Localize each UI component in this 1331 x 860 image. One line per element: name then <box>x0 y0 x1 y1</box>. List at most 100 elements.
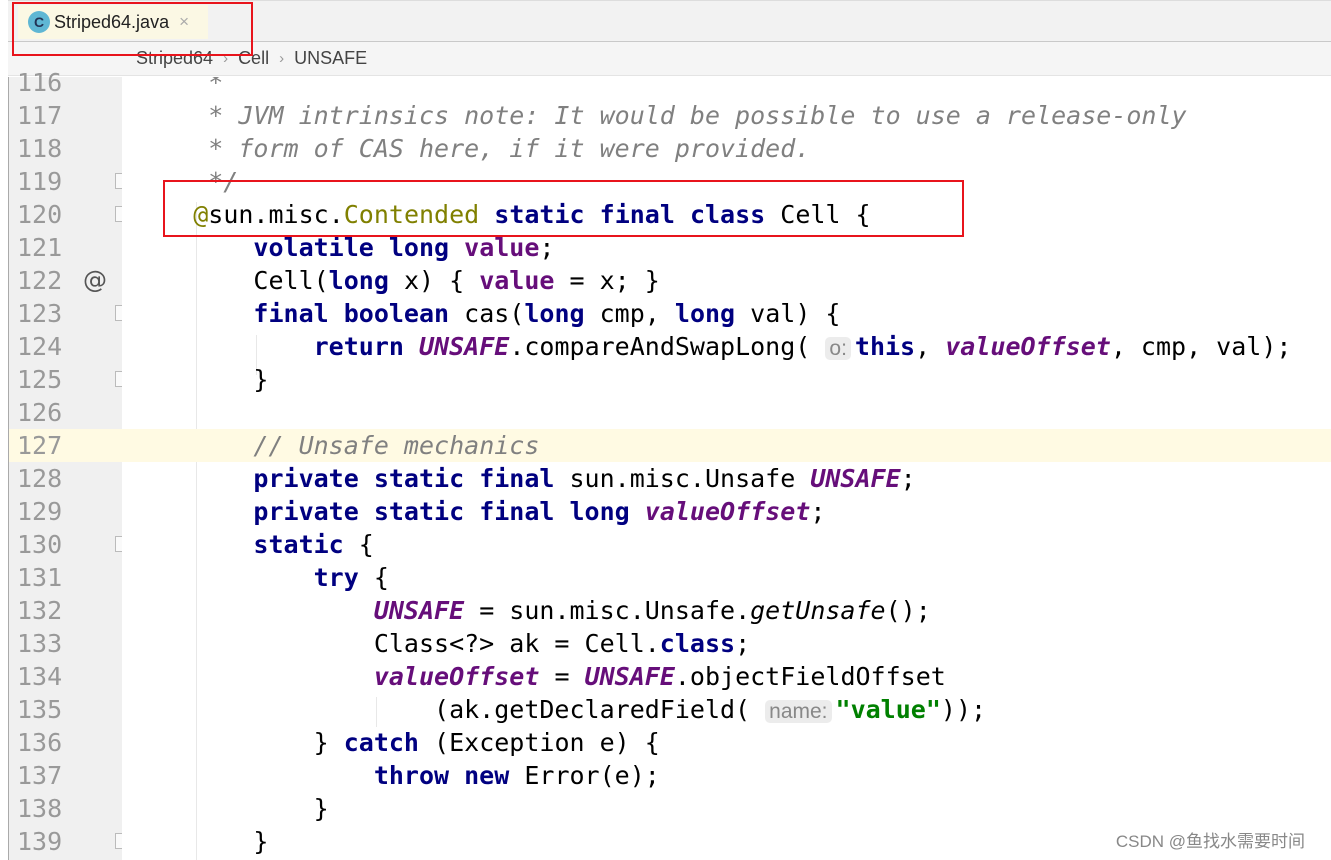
line-number: 117 <box>17 101 63 130</box>
line-number: 138 <box>17 794 63 823</box>
code-text: } <box>133 365 269 394</box>
code-line[interactable]: * <box>122 77 1331 99</box>
close-icon[interactable]: × <box>179 12 189 32</box>
tab-label: Striped64.java <box>54 11 170 32</box>
code-content: volatile long value; <box>133 231 554 264</box>
code-editor[interactable]: * * JVM intrinsics note: It would be pos… <box>122 77 1331 860</box>
gutter-line: 139 <box>9 825 129 858</box>
code-line[interactable]: return UNSAFE.compareAndSwapLong( o: this… <box>122 330 1331 363</box>
code-text: ; <box>900 464 916 493</box>
static-field: UNSAFE <box>373 596 465 625</box>
line-number: 130 <box>17 530 63 559</box>
code-line[interactable]: volatile long value; <box>122 231 1331 264</box>
gutter-line: 122 @ <box>9 264 123 297</box>
code-line[interactable] <box>122 396 1331 429</box>
line-number: 124 <box>17 332 63 361</box>
gutter-line: 128 <box>9 462 123 495</box>
code-text: (ak.getDeclaredField( <box>133 695 766 724</box>
static-field: UNSAFE <box>810 464 901 493</box>
line-number: 139 <box>17 827 63 856</box>
line-number: 133 <box>17 629 63 658</box>
keyword: return <box>313 332 404 361</box>
code-line[interactable]: * form of CAS here, if it were provided. <box>122 132 1331 165</box>
code-line[interactable]: static { <box>122 528 1331 561</box>
code-text: sun.misc. <box>208 200 344 229</box>
line-number: 129 <box>17 497 63 526</box>
code-line[interactable]: @sun.misc.Contended static final class C… <box>122 198 1331 231</box>
field: value <box>479 266 555 295</box>
keyword: static <box>253 530 344 559</box>
code-content: (ak.getDeclaredField( name: "value")); <box>133 693 986 726</box>
code-content: Class<?> ak = Cell.class; <box>133 627 750 660</box>
keyword: try <box>313 563 359 592</box>
code-text: Cell { <box>765 200 871 229</box>
code-line[interactable]: */ <box>122 165 1331 198</box>
string-literal: "value" <box>835 695 941 724</box>
watermark: CSDN @鱼找水需要时间 <box>1115 832 1305 851</box>
keyword: final boolean <box>253 299 450 328</box>
line-number: 119 <box>17 167 63 196</box>
code-line[interactable]: Class<?> ak = Cell.class; <box>122 627 1331 660</box>
gutter-line: 118 <box>9 132 123 165</box>
breadcrumb-item[interactable]: Cell <box>238 48 269 69</box>
line-number: 122 <box>17 266 63 295</box>
code-line[interactable]: valueOffset = UNSAFE.objectFieldOffset <box>122 660 1331 693</box>
gutter-line: 129 <box>9 495 123 528</box>
code-line[interactable]: (ak.getDeclaredField( name: "value")); <box>122 693 1331 726</box>
breadcrumb-item[interactable]: UNSAFE <box>294 48 367 69</box>
code-line[interactable]: try { <box>122 561 1331 594</box>
parameter-hint: o: <box>825 337 851 360</box>
code-line[interactable]: * JVM intrinsics note: It would be possi… <box>122 99 1331 132</box>
keyword: volatile long <box>253 233 450 262</box>
tab-striped64-java[interactable]: C Striped64.java × <box>18 5 208 39</box>
code-text: Class<?> ak = Cell. <box>133 629 660 658</box>
code-content: throw new Error(e); <box>133 759 660 792</box>
code-text: } <box>133 827 269 856</box>
code-content: } <box>133 363 268 396</box>
code-line[interactable]: private static final sun.misc.Unsafe UNS… <box>122 462 1331 495</box>
code-content: private static final sun.misc.Unsafe UNS… <box>133 462 916 495</box>
gutter-line: 135 <box>9 693 123 726</box>
comment: * form of CAS here, if it were provided. <box>133 134 811 163</box>
code-line[interactable]: UNSAFE = sun.misc.Unsafe.getUnsafe(); <box>122 594 1331 627</box>
comment: * <box>133 77 224 97</box>
line-number-gutter: 116 117 118 119 120 121 122 @123 124 125 126 127 128… <box>8 68 129 860</box>
code-line[interactable]: } <box>122 363 1331 396</box>
code-line[interactable]: final boolean cas(long cmp, long val) { <box>122 297 1331 330</box>
code-text: ; <box>735 629 751 658</box>
override-marker-icon[interactable]: @ <box>83 264 107 297</box>
gutter-line: 133 <box>9 627 123 660</box>
code-text: cas( <box>449 299 525 328</box>
comment: // Unsafe mechanics <box>253 431 540 460</box>
code-line[interactable]: Cell(long x) { value = x; } <box>122 264 1331 297</box>
gutter-line: 116 <box>9 66 123 99</box>
gutter-line: 126 <box>9 396 123 429</box>
line-number: 116 <box>17 68 63 97</box>
java-class-icon: C <box>28 11 50 33</box>
gutter-line: 130 <box>9 528 129 561</box>
code-content: final boolean cas(long cmp, long val) { <box>133 297 840 330</box>
code-line[interactable]: throw new Error(e); <box>122 759 1331 792</box>
breadcrumb-item[interactable]: Striped64 <box>136 48 213 69</box>
code-text: , <box>915 332 946 361</box>
gutter-line: 132 <box>9 594 123 627</box>
code-line[interactable]: } catch (Exception e) { <box>122 726 1331 759</box>
code-line[interactable]: // Unsafe mechanics <box>122 429 1331 462</box>
code-line[interactable]: } <box>122 792 1331 825</box>
gutter-line: 121 <box>9 231 123 264</box>
gutter-line: 137 <box>9 759 123 792</box>
gutter-line: 136 <box>9 726 123 759</box>
code-line[interactable]: private static final long valueOffset; <box>122 495 1331 528</box>
line-number: 135 <box>17 695 63 724</box>
code-content: } <box>133 825 268 858</box>
